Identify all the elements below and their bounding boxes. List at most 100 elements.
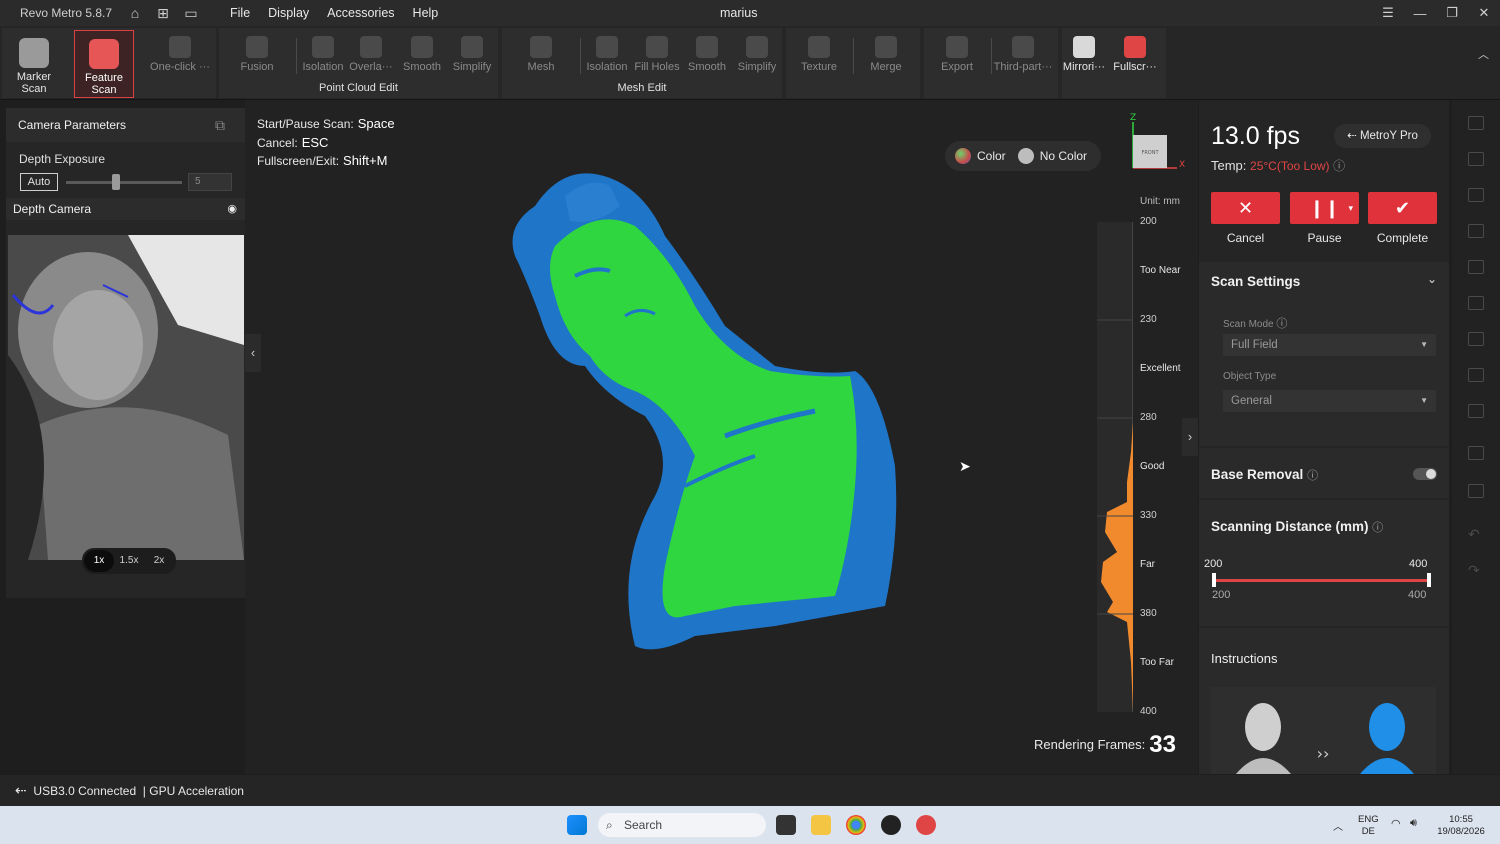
pc-isolation-label: Isolation	[302, 61, 344, 73]
tool-icon[interactable]	[1468, 152, 1484, 166]
distance-high-handle[interactable]	[1427, 573, 1431, 587]
export-group: Export Third-part···	[924, 28, 1058, 98]
close-icon[interactable]: ✕	[1468, 5, 1500, 21]
minimize-icon[interactable]: —	[1404, 6, 1436, 21]
3d-viewport[interactable]: Start/Pause Scan: Space Cancel: ESC Fullsc…	[245, 100, 1198, 774]
menu-accessories[interactable]: Accessories	[327, 6, 394, 20]
undo-icon[interactable]: ↶	[1468, 526, 1480, 543]
marker-scan-button[interactable]: Marker Scan	[4, 30, 64, 96]
detach-icon[interactable]: ⧉	[215, 108, 225, 142]
tool-icon[interactable]	[1468, 116, 1484, 130]
fusion-button[interactable]: Fusion	[227, 32, 287, 80]
info-icon[interactable]: ⓘ	[1307, 470, 1318, 482]
zoom-1x[interactable]: 1x	[84, 550, 114, 572]
settings-icon[interactable]: ☰	[1372, 5, 1404, 21]
info-icon[interactable]: ⓘ	[1276, 318, 1287, 330]
distance-range-slider[interactable]	[1214, 579, 1429, 582]
clock[interactable]: 10:55 19/08/2026	[1434, 814, 1488, 838]
feature-scan-button[interactable]: Feature Scan	[74, 30, 134, 98]
tool-icon[interactable]	[1468, 368, 1484, 382]
zoom-2x[interactable]: 2x	[144, 550, 174, 572]
scan-mode-select[interactable]: Full Field ▼	[1223, 334, 1436, 356]
tool-icon[interactable]	[1468, 332, 1484, 346]
exposure-slider-thumb[interactable]	[112, 174, 120, 190]
tool-icon[interactable]	[1468, 260, 1484, 274]
zone-far: Far	[1140, 559, 1155, 570]
zone-too-near: Too Near	[1140, 265, 1181, 276]
info-icon[interactable]: ⓘ	[1372, 522, 1383, 534]
task-view-icon[interactable]	[776, 815, 796, 835]
ribbon-toolbar: Marker Scan Feature Scan One-click ··· F…	[0, 26, 1500, 100]
zone-excellent: Excellent	[1140, 363, 1181, 374]
tray-expand-icon[interactable]: ︿	[1333, 818, 1343, 833]
redo-icon[interactable]: ↷	[1468, 562, 1480, 579]
camera-parameters-title: Camera Parameters	[18, 118, 127, 132]
scan-settings-title[interactable]: Scan Settings	[1211, 274, 1300, 289]
zoom-1-5x[interactable]: 1.5x	[114, 550, 144, 572]
restore-icon[interactable]: ❐	[1436, 5, 1468, 21]
menu-display[interactable]: Display	[268, 6, 309, 20]
revo-app-icon[interactable]	[916, 815, 936, 835]
object-type-value: General	[1231, 395, 1272, 407]
divider	[853, 38, 854, 74]
tool-icon[interactable]	[1468, 446, 1484, 460]
export-button[interactable]: Export	[927, 32, 987, 80]
home-icon[interactable]: ⌂	[128, 6, 142, 20]
windows-start-icon[interactable]	[567, 815, 587, 835]
distance-high-value: 400	[1408, 589, 1427, 601]
overlap-icon	[360, 36, 382, 58]
volume-icon[interactable]: 🔊︎	[1410, 817, 1417, 830]
texture-button[interactable]: Texture	[789, 32, 849, 80]
menu-help[interactable]: Help	[413, 6, 439, 20]
chevron-down-icon[interactable]: ⌄	[1427, 272, 1437, 286]
base-removal-toggle[interactable]	[1413, 468, 1437, 480]
open-folder-icon[interactable]: ▭	[184, 6, 198, 20]
taskbar-search[interactable]: ⌕ Search	[598, 813, 766, 837]
third-party-button[interactable]: Third-part···	[993, 32, 1053, 80]
mesh-edit-label: Mesh Edit	[617, 82, 667, 94]
tool-icon[interactable]	[1468, 296, 1484, 310]
dropdown-arrow-icon: ▼	[1420, 340, 1428, 349]
new-project-icon[interactable]: ⊞	[156, 6, 170, 20]
isolation-icon	[596, 36, 618, 58]
menu-file[interactable]: File	[230, 6, 250, 20]
tool-icon[interactable]	[1468, 484, 1484, 498]
collapse-ribbon-icon[interactable]: ︿	[1478, 46, 1489, 62]
tool-icon[interactable]	[1468, 188, 1484, 202]
one-click-button[interactable]: One-click ···	[150, 32, 210, 80]
exposure-value-input[interactable]: 5	[188, 173, 232, 191]
info-icon[interactable]: ⓘ	[1333, 159, 1345, 173]
no-color-option[interactable]: No Color	[1040, 149, 1087, 163]
pc-smooth-label: Smooth	[403, 61, 441, 73]
complete-scan-button[interactable]: ✔	[1368, 192, 1437, 224]
depth-camera-view	[8, 235, 244, 560]
color-mode-toggle[interactable]: Color No Color	[945, 141, 1101, 171]
language-indicator[interactable]: ENG DE	[1358, 814, 1379, 838]
temp-label: Temp:	[1211, 158, 1247, 173]
pause-dropdown-icon[interactable]: ▾	[1348, 192, 1353, 224]
tool-icon[interactable]	[1468, 404, 1484, 418]
mesh-button[interactable]: Mesh	[511, 32, 571, 80]
mesh-simplify-button[interactable]: Simplify	[727, 32, 787, 80]
collapse-right-panel-button[interactable]: ›	[1182, 418, 1198, 456]
side-toolbar: ↶ ↷	[1452, 100, 1500, 774]
collapse-left-panel-button[interactable]: ‹	[245, 334, 261, 372]
pause-scan-button[interactable]: ❙❙ ▾	[1290, 192, 1359, 224]
obs-icon[interactable]	[881, 815, 901, 835]
cancel-scan-button[interactable]: ✕	[1211, 192, 1280, 224]
wifi-icon[interactable]: ◠	[1391, 817, 1401, 830]
auto-exposure-button[interactable]: Auto	[20, 173, 58, 191]
object-type-select[interactable]: General ▼	[1223, 390, 1436, 412]
axis-gizmo[interactable]: FRONT Z X	[1123, 110, 1187, 174]
pc-simplify-button[interactable]: Simplify	[442, 32, 502, 80]
device-selector[interactable]: ⇠ MetroY Pro	[1334, 124, 1431, 148]
exposure-slider[interactable]	[66, 181, 182, 184]
fullscreen-button[interactable]: Fullscr···	[1105, 32, 1165, 80]
chrome-icon[interactable]	[846, 815, 866, 835]
file-explorer-icon[interactable]	[811, 815, 831, 835]
color-option[interactable]: Color	[977, 149, 1006, 163]
eye-icon[interactable]: ◉	[227, 198, 237, 220]
merge-button[interactable]: Merge	[856, 32, 916, 80]
tool-icon[interactable]	[1468, 224, 1484, 238]
distance-low-handle[interactable]	[1212, 573, 1216, 587]
